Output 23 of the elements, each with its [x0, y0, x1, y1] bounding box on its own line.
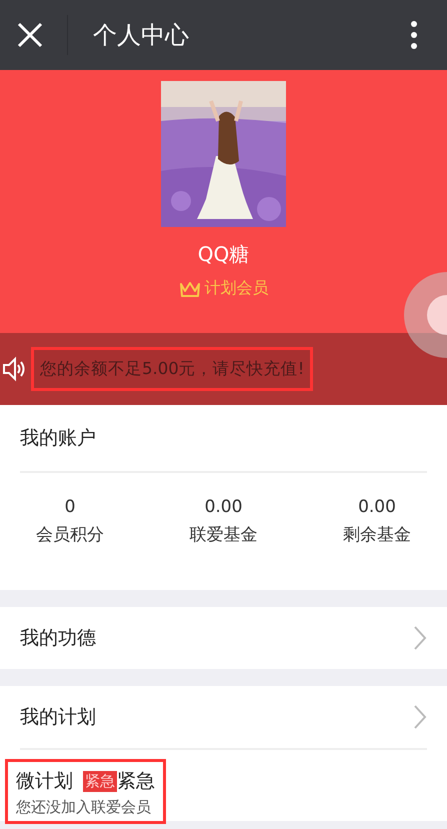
urgent-label: 紧急: [117, 769, 155, 794]
plan-title: 微计划: [16, 769, 73, 794]
stat-label: 联爱基金: [190, 524, 258, 546]
member-level: 计划会员: [204, 278, 268, 299]
stat-value: 0: [64, 497, 76, 517]
chevron-right-icon: [413, 625, 427, 651]
page-title: 个人中心: [93, 20, 190, 51]
speaker-icon: [2, 356, 26, 382]
plan-note: 您还没加入联爱会员: [16, 798, 152, 817]
chevron-right-icon: [413, 704, 427, 730]
menu-row[interactable]: 我的功德: [0, 607, 447, 669]
stat-label: 会员积分: [36, 524, 104, 546]
user-name: QQ糖: [198, 241, 250, 268]
more-menu-icon[interactable]: [411, 21, 417, 49]
crown-icon: [178, 280, 200, 298]
urgent-tag: 紧急: [83, 770, 117, 792]
menu-row[interactable]: 我的计划: [0, 686, 447, 748]
stat-label: 剩余基金: [343, 524, 411, 546]
stat-value: 0.00: [358, 497, 396, 517]
section-title: 我的账户: [20, 405, 427, 473]
balance-notice: 您的余额不足5.00元，请尽快充值!: [34, 350, 310, 388]
stat-value: 0.00: [204, 497, 242, 517]
close-icon[interactable]: [17, 22, 43, 48]
